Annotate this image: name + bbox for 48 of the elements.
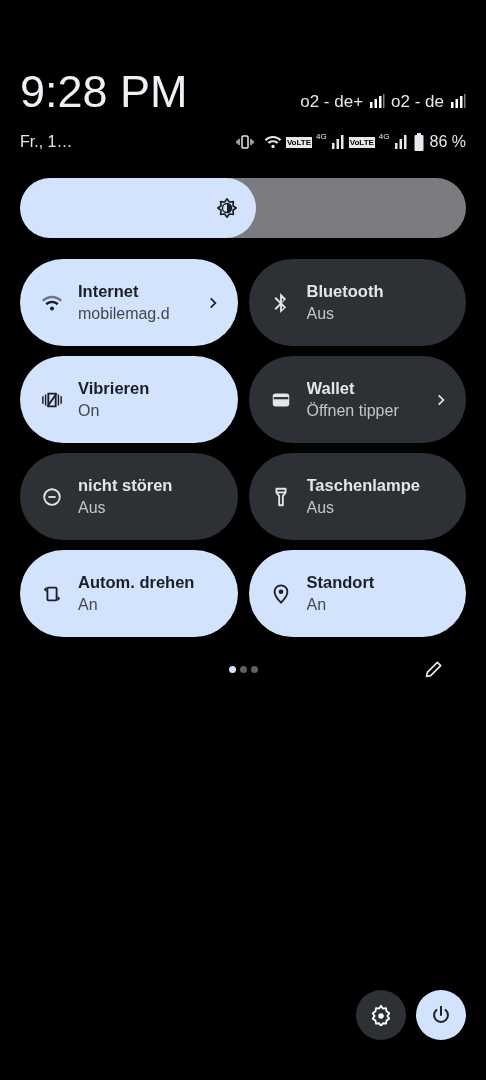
- tile-title: Taschenlampe: [306, 474, 421, 496]
- settings-button[interactable]: [356, 990, 406, 1040]
- tile-status: Aus: [306, 497, 336, 518]
- quick-settings-tile[interactable]: Standort An: [248, 550, 466, 637]
- carrier-name: o2 - de: [391, 90, 444, 113]
- wifi-icon: [263, 133, 282, 151]
- date-text: Fr., 1…: [20, 132, 73, 152]
- power-button[interactable]: [416, 990, 466, 1040]
- tile-status: An: [78, 594, 99, 615]
- quick-settings-tile[interactable]: Wallet Öffnen tipper: [248, 356, 466, 443]
- power-icon: [430, 1004, 452, 1026]
- signal-icon: [393, 134, 408, 150]
- quick-settings-tile[interactable]: Internet mobilemag.d: [20, 259, 238, 346]
- volte-badge: VoLTE: [285, 136, 313, 148]
- signal-icon: [369, 93, 386, 110]
- network-type-label: 4G: [316, 131, 327, 143]
- tile-status: Aus: [306, 303, 336, 324]
- quick-settings-tile[interactable]: nicht stören Aus: [20, 453, 238, 540]
- tile-title: Autom. drehen: [78, 571, 196, 593]
- signal-icon: [450, 93, 466, 110]
- tile-status: Öffnen tipper: [306, 400, 400, 421]
- battery-percent: 86 %: [429, 132, 466, 152]
- brightness-icon: [216, 197, 239, 219]
- volte-badge: VoLTE: [348, 136, 375, 148]
- battery-icon: [413, 133, 424, 151]
- quick-settings-tile[interactable]: Autom. drehen An: [20, 550, 238, 637]
- network-type-label: 4G: [378, 131, 390, 143]
- clock-time: 9:28 PM: [20, 65, 188, 119]
- tile-title: nicht stören: [78, 474, 174, 496]
- quick-settings-tile[interactable]: Taschenlampe Aus: [248, 453, 466, 540]
- tile-status: Aus: [78, 497, 107, 518]
- quick-settings-tile[interactable]: Bluetooth Aus: [248, 259, 466, 346]
- tile-title: Standort: [306, 571, 376, 593]
- tile-status: On: [78, 400, 101, 421]
- tile-title: Wallet: [306, 377, 356, 399]
- signal-icon: [330, 134, 345, 150]
- tile-status: An: [306, 594, 328, 615]
- pencil-icon: [424, 659, 444, 679]
- minus-circle-icon: [41, 485, 63, 508]
- tile-title: Bluetooth: [306, 280, 385, 302]
- carrier-name: o2 - de+: [300, 90, 364, 113]
- brightness-slider[interactable]: [20, 178, 466, 238]
- quick-settings-tile[interactable]: Vibrieren On: [20, 356, 238, 443]
- tile-title: Internet: [78, 280, 140, 302]
- tile-title: Vibrieren: [78, 377, 151, 399]
- vibrate-icon: [235, 133, 254, 151]
- settings-icon: [370, 1004, 392, 1026]
- tile-status: mobilemag.d: [78, 303, 171, 324]
